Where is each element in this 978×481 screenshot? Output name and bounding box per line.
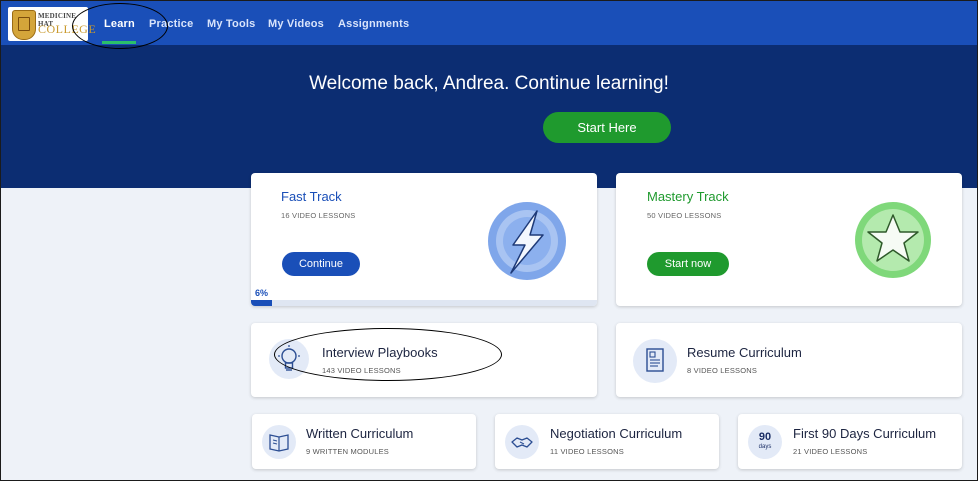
- resume-document-icon: [633, 339, 677, 383]
- lightbulb-icon: [269, 339, 309, 379]
- calendar-90-icon: 90 days: [748, 425, 782, 459]
- nav-assignments[interactable]: Assignments: [338, 18, 409, 30]
- nav-practice[interactable]: Practice: [149, 18, 193, 30]
- resume-curriculum-lessons: 8 VIDEO LESSONS: [687, 366, 758, 375]
- written-curriculum-card[interactable]: Written Curriculum 9 WRITTEN MODULES: [252, 414, 476, 469]
- negotiation-curriculum-lessons: 11 VIDEO LESSONS: [550, 447, 624, 456]
- nav-active-indicator: [102, 41, 136, 44]
- start-here-button[interactable]: Start Here: [543, 112, 671, 143]
- book-icon: [262, 425, 296, 459]
- first-90-days-title: First 90 Days Curriculum: [793, 426, 937, 441]
- start-now-button[interactable]: Start now: [647, 252, 729, 276]
- written-curriculum-modules: 9 WRITTEN MODULES: [306, 447, 389, 456]
- college-logo[interactable]: MEDICINE HAT COLLEGE: [8, 7, 96, 41]
- continue-button[interactable]: Continue: [282, 252, 360, 276]
- written-curriculum-title: Written Curriculum: [306, 426, 414, 441]
- lightning-bolt-icon: [488, 202, 566, 280]
- fast-track-title: Fast Track: [281, 189, 342, 204]
- nav-learn[interactable]: Learn: [104, 18, 135, 30]
- welcome-message: Welcome back, Andrea. Continue learning!: [309, 73, 669, 94]
- mastery-track-card[interactable]: Mastery Track 50 VIDEO LESSONS Start now: [616, 173, 962, 306]
- fast-track-lessons: 16 VIDEO LESSONS: [281, 211, 356, 220]
- nav-my-videos[interactable]: My Videos: [268, 18, 324, 30]
- first-90-days-card[interactable]: 90 days First 90 Days Curriculum 21 VIDE…: [738, 414, 962, 469]
- negotiation-curriculum-title: Negotiation Curriculum: [550, 426, 683, 441]
- progress-track: [251, 300, 597, 306]
- interview-playbooks-title: Interview Playbooks: [322, 345, 438, 360]
- interview-playbooks-card[interactable]: Interview Playbooks 143 VIDEO LESSONS: [251, 323, 597, 397]
- star-icon: [855, 202, 931, 278]
- progress-fill: [251, 300, 272, 306]
- resume-curriculum-title: Resume Curriculum: [687, 345, 802, 360]
- first-90-days-lessons: 21 VIDEO LESSONS: [793, 447, 868, 456]
- negotiation-curriculum-card[interactable]: Negotiation Curriculum 11 VIDEO LESSONS: [495, 414, 719, 469]
- resume-curriculum-card[interactable]: Resume Curriculum 8 VIDEO LESSONS: [616, 323, 962, 397]
- mastery-track-lessons: 50 VIDEO LESSONS: [647, 211, 722, 220]
- fast-track-card[interactable]: Fast Track 16 VIDEO LESSONS Continue 6%: [251, 173, 597, 306]
- top-nav: MEDICINE HAT COLLEGE Learn Practice My T…: [1, 1, 977, 45]
- app-frame: MEDICINE HAT COLLEGE Learn Practice My T…: [0, 0, 978, 481]
- logo-line-2: COLLEGE: [38, 22, 97, 36]
- mastery-track-title: Mastery Track: [647, 189, 729, 204]
- handshake-icon: [505, 425, 539, 459]
- crest-icon: [12, 10, 36, 40]
- interview-playbooks-lessons: 143 VIDEO LESSONS: [322, 366, 401, 375]
- progress-percent: 6%: [255, 288, 269, 298]
- nav-my-tools[interactable]: My Tools: [207, 18, 255, 30]
- calendar-90-unit: days: [758, 444, 772, 450]
- calendar-90-number: 90: [758, 431, 772, 443]
